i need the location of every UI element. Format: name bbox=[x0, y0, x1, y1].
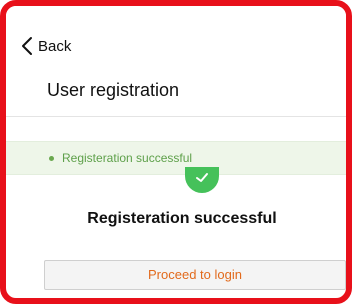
page-title: User registration bbox=[47, 80, 180, 100]
app-frame: Back User registration Registeration suc… bbox=[0, 0, 352, 304]
top-bar: Back bbox=[6, 6, 346, 66]
page-header: User registration bbox=[6, 66, 346, 117]
bullet-icon bbox=[49, 156, 54, 161]
proceed-to-login-button[interactable]: Proceed to login bbox=[44, 260, 346, 290]
success-alert: Registeration successful bbox=[6, 141, 346, 175]
check-circle-icon bbox=[185, 167, 219, 193]
back-button[interactable]: Back bbox=[20, 34, 71, 58]
success-title: Registeration successful bbox=[87, 210, 277, 227]
chevron-left-icon bbox=[20, 36, 34, 56]
alert-message: Registeration successful bbox=[62, 151, 193, 165]
back-label: Back bbox=[38, 37, 72, 55]
